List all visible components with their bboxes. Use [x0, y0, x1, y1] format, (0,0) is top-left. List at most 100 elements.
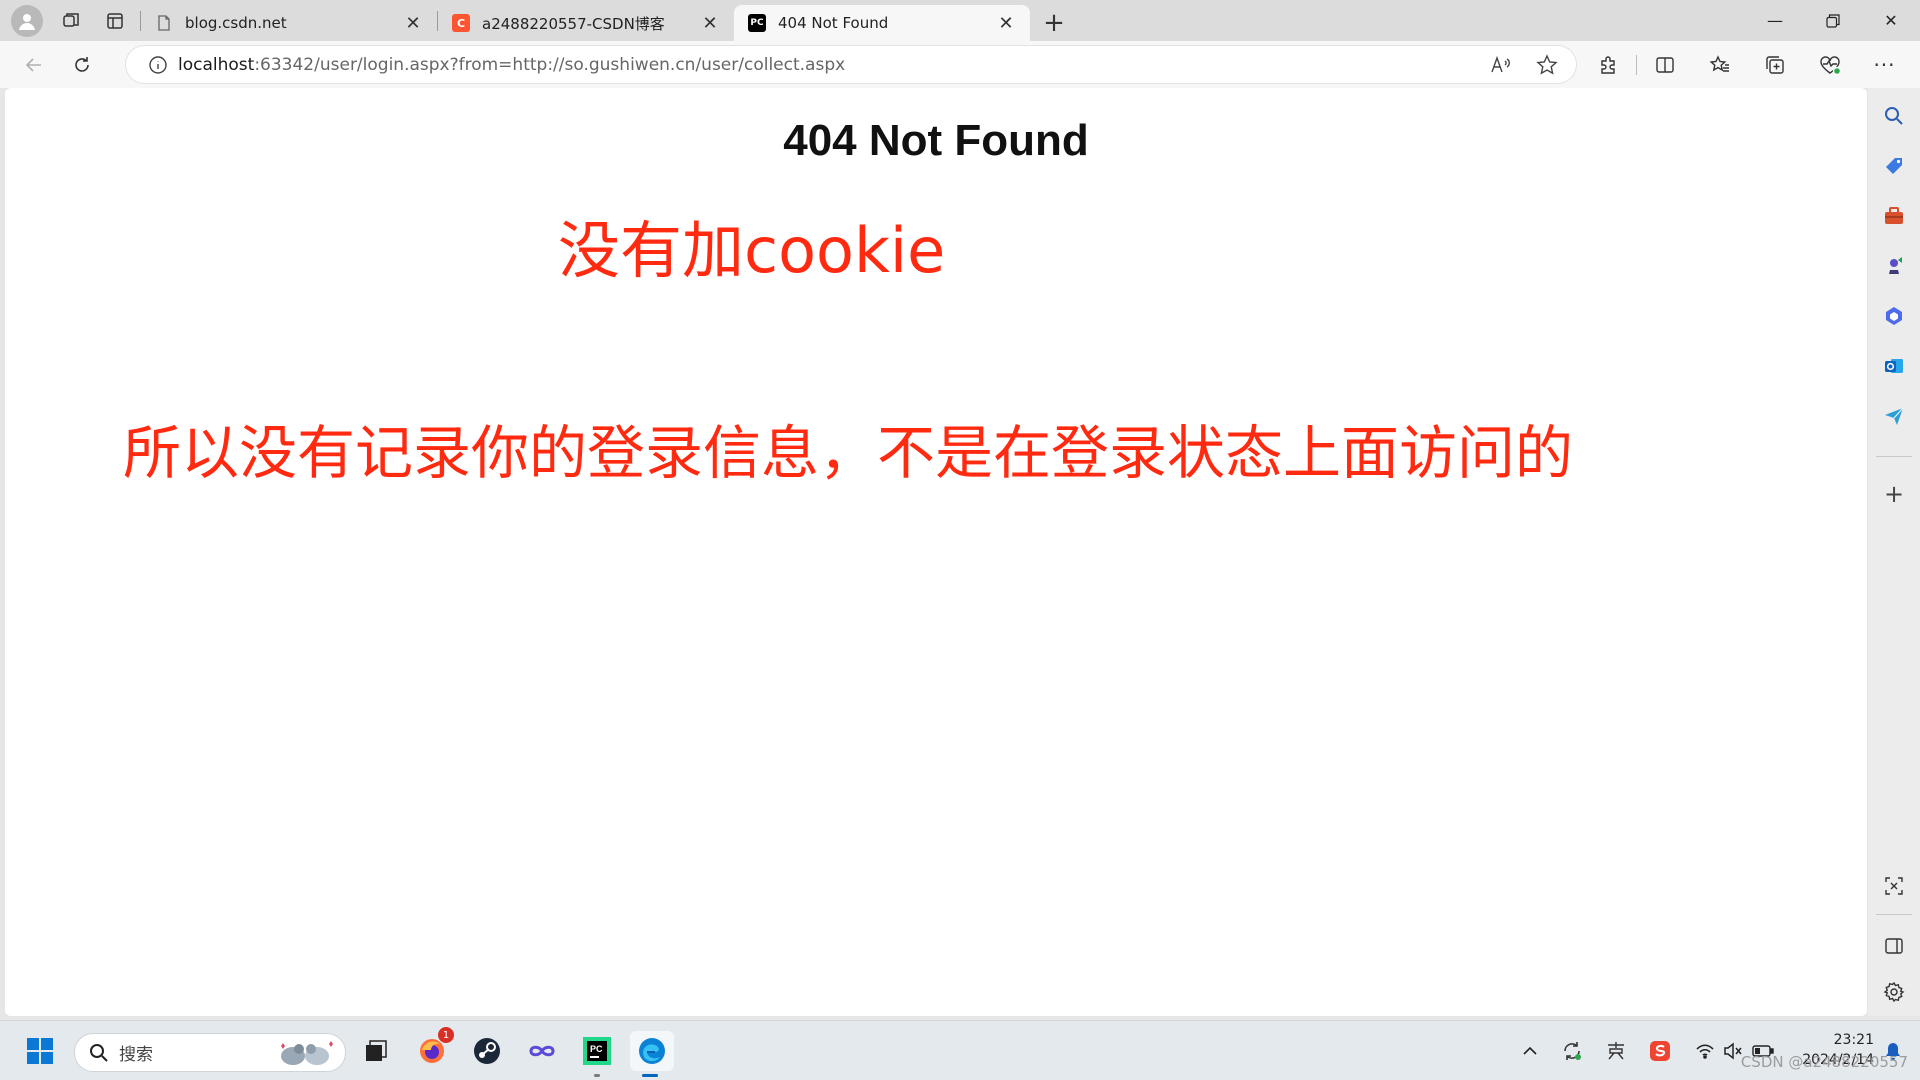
- steam-icon: [474, 1038, 500, 1064]
- page-viewport: 404 Not Found 没有加cookie 所以没有记录你的登录信息，不是在…: [5, 88, 1867, 1016]
- tab-title: 404 Not Found: [778, 14, 889, 32]
- puzzle-icon: [1600, 55, 1615, 74]
- new-tab-button[interactable]: +: [1036, 5, 1072, 41]
- page-heading: 404 Not Found: [783, 116, 1089, 165]
- windows-logo-icon: [27, 1038, 53, 1064]
- tray-sync-app[interactable]: [1554, 1031, 1590, 1071]
- sidebar-screenshot-icon[interactable]: [1878, 870, 1910, 902]
- annotation-note-1: 没有加cookie: [558, 214, 946, 287]
- tab-actions-button[interactable]: [96, 4, 134, 38]
- tab-close-button[interactable]: ✕: [403, 13, 423, 34]
- browser-essentials-button[interactable]: [1802, 47, 1857, 83]
- split-screen-icon: [1655, 56, 1674, 73]
- favorites-button[interactable]: [1692, 47, 1747, 83]
- restore-icon: [1826, 13, 1840, 28]
- csdn-icon: C: [452, 14, 470, 32]
- tab-blog-csdn[interactable]: blog.csdn.net ✕: [141, 5, 437, 41]
- read-aloud-icon: [1491, 55, 1510, 72]
- close-window-button[interactable]: ✕: [1862, 0, 1920, 41]
- tab-close-button[interactable]: ✕: [996, 13, 1016, 34]
- tab-404-not-found[interactable]: PC 404 Not Found ✕: [734, 5, 1030, 41]
- sidebar-microsoft365-icon[interactable]: [1878, 300, 1910, 332]
- tab-close-button[interactable]: ✕: [700, 13, 720, 34]
- taskbar-task-view[interactable]: [356, 1031, 396, 1071]
- sidebar-tools-icon[interactable]: [1878, 200, 1910, 232]
- navigation-toolbar: localhost:63342/user/login.aspx?from=htt…: [0, 41, 1920, 88]
- extensions-button[interactable]: [1581, 47, 1636, 83]
- sidebar-search-icon[interactable]: [1878, 100, 1910, 132]
- split-screen-button[interactable]: [1637, 47, 1692, 83]
- star-icon: [1536, 53, 1558, 75]
- tray-wps-app[interactable]: [1642, 1031, 1678, 1071]
- collections-button[interactable]: [1747, 47, 1802, 83]
- tray-ime-app[interactable]: [1598, 1031, 1634, 1071]
- active-indicator: [642, 1074, 658, 1077]
- sidebar-add-icon[interactable]: +: [1878, 478, 1910, 510]
- sidebar-outlook-icon[interactable]: [1878, 350, 1910, 382]
- task-view-icon: [366, 1040, 387, 1061]
- pycharm-icon: PC: [583, 1037, 611, 1065]
- url-path: :63342/user/login.aspx?from=http://so.gu…: [254, 54, 846, 75]
- sidebar-separator: [1876, 456, 1912, 457]
- profile-button[interactable]: [8, 4, 46, 38]
- sidebar-hide-icon[interactable]: [1878, 930, 1910, 962]
- tab-strip-left: [0, 0, 141, 41]
- search-icon: [90, 1043, 108, 1062]
- favorite-star-button[interactable]: [1524, 48, 1570, 82]
- window-controls: — ✕: [1746, 0, 1920, 41]
- taskbar-pycharm[interactable]: PC: [577, 1031, 617, 1077]
- refresh-icon: [75, 56, 89, 72]
- favorites-list-icon: [1709, 54, 1729, 72]
- input-method-icon: [1608, 1042, 1624, 1060]
- back-button[interactable]: [12, 47, 56, 83]
- minimize-button[interactable]: —: [1746, 0, 1804, 41]
- screen: blog.csdn.net ✕ C a2488220557-CSDN博客 ✕ P…: [0, 0, 1920, 1080]
- read-aloud-button[interactable]: [1478, 48, 1524, 82]
- search-highlight-birds-icon: [281, 1040, 333, 1065]
- vertical-tabs-icon: [107, 12, 123, 29]
- sidebar-shopping-icon[interactable]: [1878, 150, 1910, 182]
- workspaces-icon: [63, 12, 79, 27]
- heart-pulse-icon: [1819, 55, 1841, 75]
- edge-icon: [639, 1038, 665, 1064]
- show-hidden-icons-button[interactable]: [1516, 1031, 1544, 1071]
- wifi-icon: [1696, 1044, 1714, 1059]
- settings-more-button[interactable]: ···: [1857, 47, 1912, 83]
- back-arrow-icon: [25, 57, 41, 72]
- wps-s-icon: [1650, 1041, 1670, 1061]
- restore-button[interactable]: [1804, 0, 1862, 41]
- tray-wifi[interactable]: [1692, 1031, 1718, 1071]
- profile-icon: [11, 4, 43, 37]
- running-indicator: [594, 1074, 600, 1077]
- collections-icon: [1765, 55, 1784, 74]
- refresh-button[interactable]: [60, 47, 104, 83]
- taskbar-search[interactable]: 搜索: [74, 1033, 346, 1072]
- sync-icon: [1564, 1042, 1581, 1060]
- edge-sidebar: +: [1868, 88, 1920, 1016]
- start-button[interactable]: [20, 1031, 60, 1071]
- infinity-icon: [529, 1045, 555, 1057]
- address-bar[interactable]: localhost:63342/user/login.aspx?from=htt…: [126, 46, 1576, 83]
- taskbar-infinity-app[interactable]: [522, 1031, 562, 1071]
- taskbar-firefox[interactable]: 1: [412, 1027, 454, 1071]
- taskbar-edge[interactable]: [630, 1031, 674, 1077]
- workspaces-button[interactable]: [52, 4, 90, 38]
- sidebar-send-icon[interactable]: [1878, 400, 1910, 432]
- site-info-icon[interactable]: [138, 55, 178, 75]
- annotation-note-2: 所以没有记录你的登录信息，不是在登录状态上面访问的: [123, 419, 1574, 487]
- browser-tools: ···: [1581, 46, 1912, 83]
- pycharm-icon: PC: [748, 14, 766, 32]
- sidebar-settings-icon[interactable]: [1878, 976, 1910, 1008]
- svg-text:PC: PC: [590, 1044, 603, 1054]
- tab-strip: blog.csdn.net ✕ C a2488220557-CSDN博客 ✕ P…: [0, 0, 1920, 41]
- csdn-watermark: CSDN @a2488220557: [1740, 1053, 1908, 1071]
- search-placeholder: 搜索: [119, 1045, 153, 1065]
- tab-csdn-blog[interactable]: C a2488220557-CSDN博客 ✕: [438, 5, 734, 41]
- taskbar-steam[interactable]: [467, 1031, 507, 1071]
- url-text[interactable]: localhost:63342/user/login.aspx?from=htt…: [178, 55, 1478, 75]
- sidebar-games-icon[interactable]: [1878, 250, 1910, 282]
- notification-badge: 1: [438, 1027, 454, 1043]
- url-host: localhost: [178, 54, 255, 75]
- chevron-up-icon: [1523, 1046, 1537, 1055]
- sidebar-separator: [1876, 914, 1912, 915]
